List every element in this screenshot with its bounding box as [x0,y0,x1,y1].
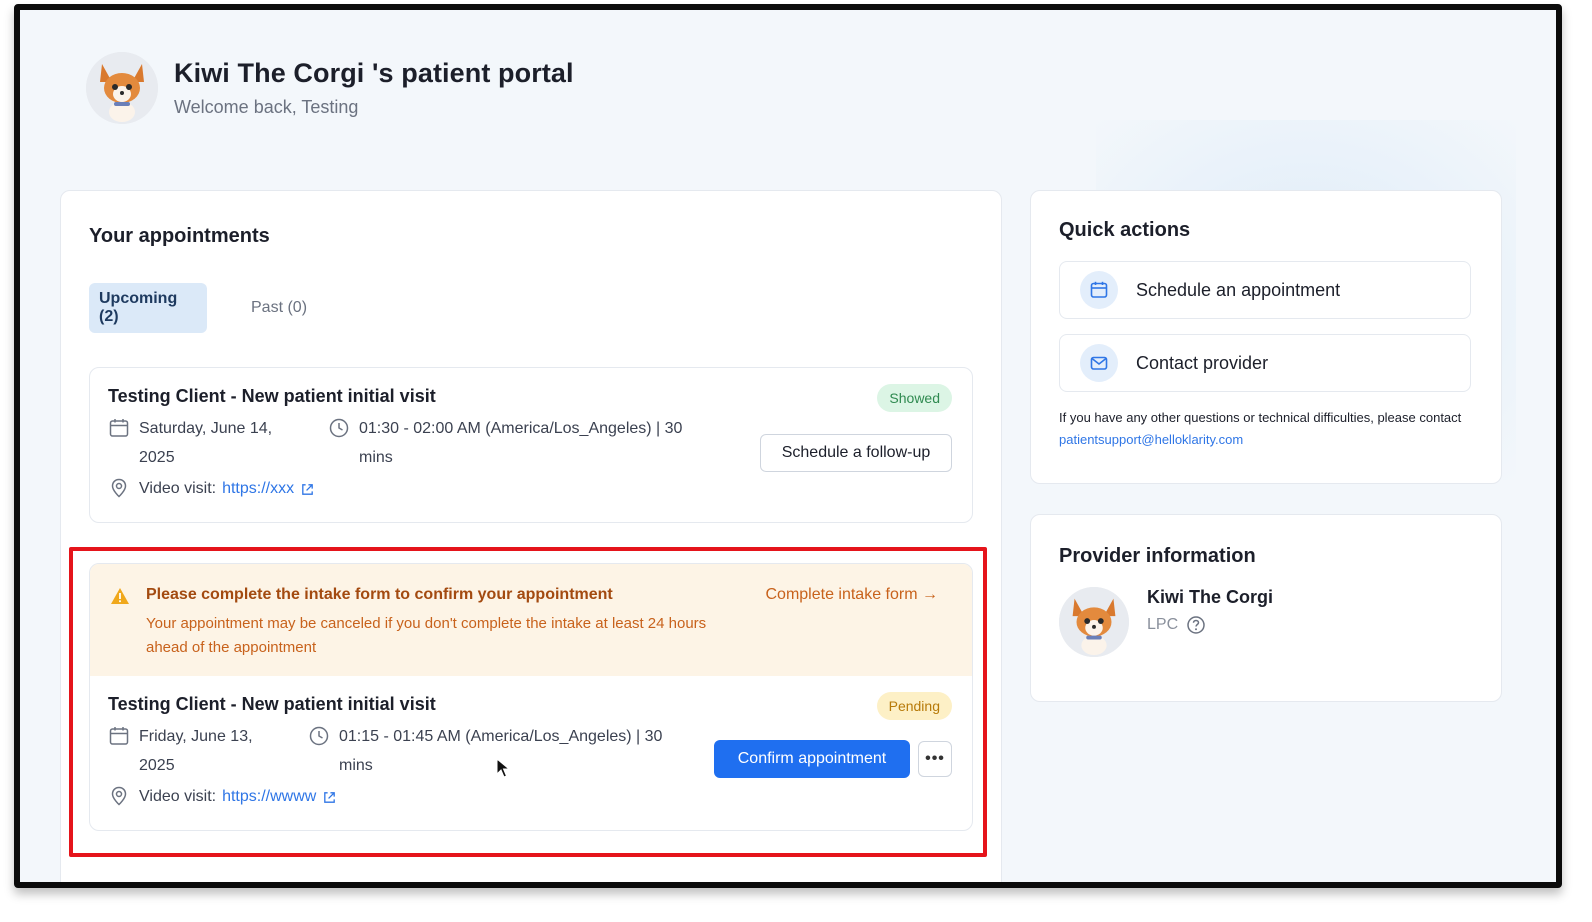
external-link-icon[interactable] [300,482,315,497]
support-email-link[interactable]: patientsupport@helloklarity.com [1059,432,1243,447]
schedule-appointment-action[interactable]: Schedule an appointment [1059,261,1471,319]
appointments-card: Your appointments Upcoming (2) Past (0) … [60,190,1002,882]
video-visit-row: Video visit: https://wwww [108,782,337,811]
status-badge: Pending [876,692,952,720]
provider-name: Kiwi The Corgi [1147,587,1273,607]
time-line: 01:30 - 02:00 AM (America/Los_Angeles) |… [359,420,683,437]
complete-intake-form-link[interactable]: Complete intake form → [765,586,938,604]
support-help-text: If you have any other questions or techn… [1059,407,1479,451]
more-options-button[interactable]: ••• [918,741,952,777]
schedule-follow-up-button[interactable]: Schedule a follow-up [760,434,952,472]
provider-credential: LPC [1147,615,1206,635]
welcome-message: Welcome back, Testing [174,97,359,117]
quick-actions-card: Quick actions Schedule an appointment Co… [1030,190,1502,484]
video-visit-label: Video visit: [139,480,217,497]
appointment-date: Saturday, June 14, 2025 [108,414,272,472]
provider-credential-label: LPC [1147,616,1179,633]
corgi-avatar-icon [86,52,158,124]
clock-icon [309,726,329,746]
help-circle-icon[interactable] [1186,615,1206,635]
schedule-appointment-label: Schedule an appointment [1136,279,1341,300]
location-pin-icon [111,786,127,806]
time-line: mins [359,449,393,466]
app-window: Kiwi The Corgi 's patient portal Welcome… [14,4,1562,888]
appointments-title: Your appointments [89,225,270,247]
clock-icon [329,418,349,438]
calendar-icon [1080,271,1118,309]
external-link-icon[interactable] [322,790,337,805]
video-visit-label: Video visit: [139,788,217,805]
appointment-card: Testing Client - New patient initial vis… [89,367,973,523]
appointment-time: 01:15 - 01:45 AM (America/Los_Angeles) |… [308,722,662,780]
video-visit-link[interactable]: https://wwww [222,782,316,811]
mail-icon [1080,344,1118,382]
date-line: Friday, June 13, [139,728,253,745]
status-badge: Showed [877,384,952,412]
video-visit-link[interactable]: https://xxx [222,474,294,503]
date-line: 2025 [139,757,175,774]
date-line: 2025 [139,449,175,466]
appointment-time: 01:30 - 02:00 AM (America/Los_Angeles) |… [328,414,682,472]
provider-information-title: Provider information [1059,545,1256,567]
appointment-card-pending: Please complete the intake form to confi… [89,563,973,831]
mouse-cursor-icon [496,758,510,778]
page-title: Kiwi The Corgi 's patient portal [174,58,574,88]
provider-information-card: Provider information Kiwi The Corgi LPC [1030,514,1502,702]
contact-provider-label: Contact provider [1136,352,1269,373]
calendar-icon [109,419,129,437]
corgi-avatar-icon [1059,587,1129,657]
appointment-date: Friday, June 13, 2025 [108,722,253,780]
appointment-title: Testing Client - New patient initial vis… [108,386,436,406]
location-pin-icon [111,478,127,498]
tab-past[interactable]: Past (0) [241,283,317,333]
alert-title: Please complete the intake form to confi… [146,586,613,603]
video-visit-row: Video visit: https://xxx [108,474,315,503]
alert-body: Your appointment may be canceled if you … [146,615,707,656]
contact-provider-action[interactable]: Contact provider [1059,334,1471,392]
provider-avatar [1059,587,1129,657]
patient-avatar [86,52,158,124]
tab-upcoming[interactable]: Upcoming (2) [89,283,207,333]
quick-actions-title: Quick actions [1059,219,1191,241]
support-help-message: If you have any other questions or techn… [1059,410,1462,425]
appointment-title: Testing Client - New patient initial vis… [108,694,436,714]
calendar-icon [109,727,129,745]
confirm-appointment-button[interactable]: Confirm appointment [714,740,910,778]
time-line: 01:15 - 01:45 AM (America/Los_Angeles) |… [339,728,663,745]
portal-header: Kiwi The Corgi 's patient portal Welcome… [86,52,574,124]
intake-alert: Please complete the intake form to confi… [90,564,972,676]
date-line: Saturday, June 14, [139,420,273,437]
appointment-tabs: Upcoming (2) Past (0) [89,283,317,333]
warning-icon [111,588,129,604]
